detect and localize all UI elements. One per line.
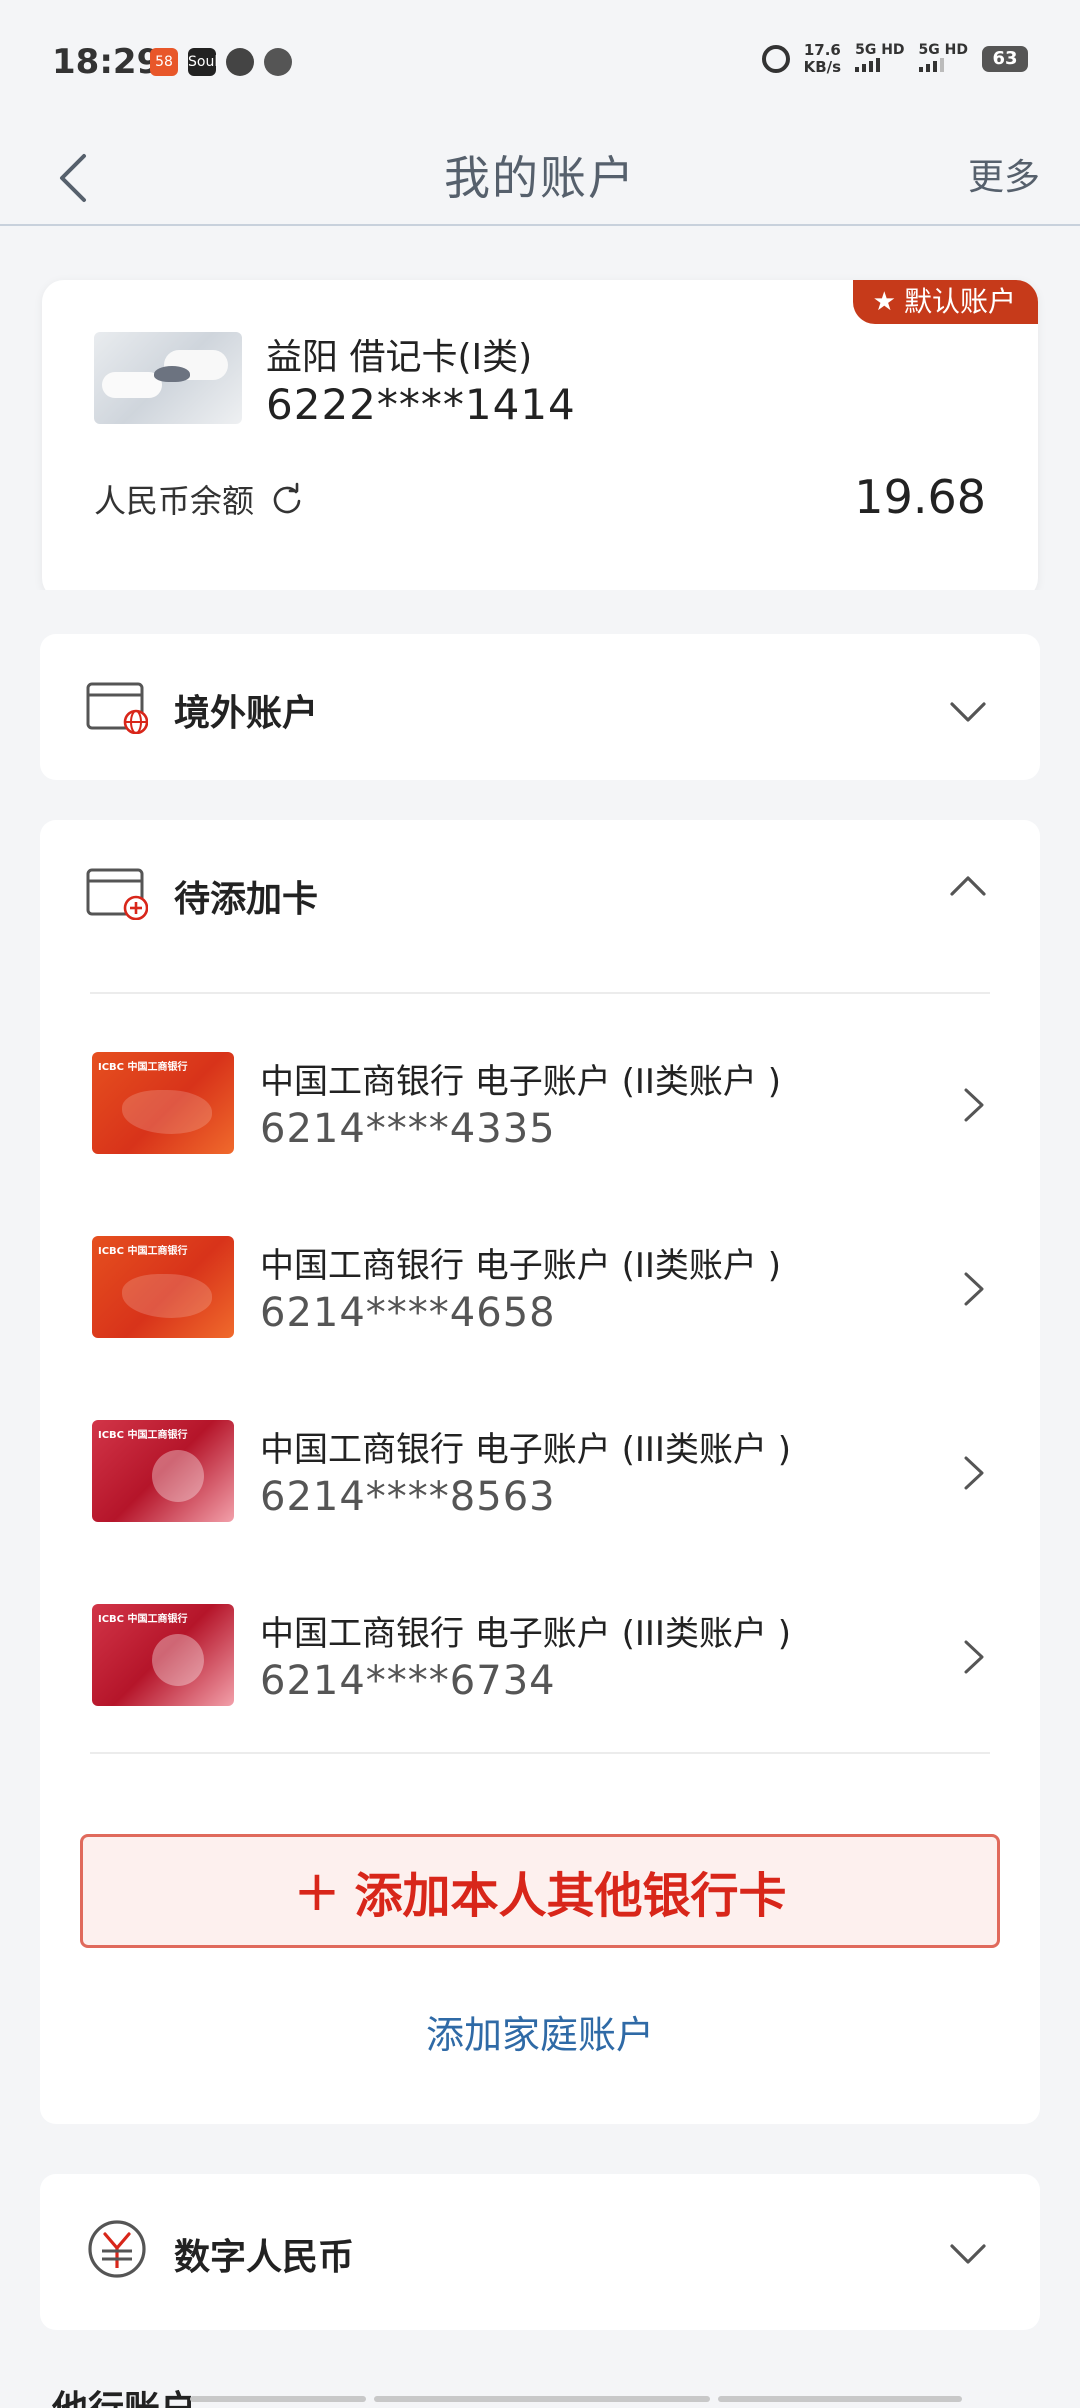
add-own-bank-card-label: 添加本人其他银行卡 [354, 1868, 787, 1924]
signal-bars-icon [855, 58, 881, 72]
pending-card-row[interactable]: ICBC 中国工商银行 中国工商银行 电子账户 (III类账户 ) 6214**… [40, 1586, 1040, 1706]
pending-card-name: 中国工商银行 电子账户 (II类账户 ) [260, 1246, 782, 1286]
status-app-icons: 58 Soul [150, 48, 292, 76]
icbc-card-thumbnail: ICBC 中国工商银行 [92, 1052, 234, 1154]
pending-cards-title: 待添加卡 [174, 879, 319, 920]
pending-card-number: 6214****4658 [260, 1290, 556, 1336]
card-art-map [122, 1090, 212, 1134]
icbc-logo: ICBC 中国工商银行 [98, 1246, 188, 1257]
app-soul-icon: Soul [188, 48, 218, 76]
more-button[interactable]: 更多 [968, 148, 1040, 200]
plus-icon: + [293, 1858, 341, 1924]
digital-rmb-icon [88, 2220, 146, 2278]
status-time: 18:29 [52, 42, 161, 82]
card-art-map [122, 1274, 212, 1318]
sim2-label: 5G HD [918, 42, 968, 58]
sim2-signal: 5G HD [918, 42, 968, 76]
card-art-cloud [102, 372, 162, 398]
card-art-globe [152, 1634, 204, 1686]
pending-card-row[interactable]: ICBC 中国工商银行 中国工商银行 电子账户 (III类账户 ) 6214**… [40, 1402, 1040, 1522]
overseas-card-icon [86, 682, 148, 734]
chevron-right-icon [964, 1088, 984, 1122]
refresh-icon[interactable] [270, 482, 304, 516]
digital-rmb-title: 数字人民币 [174, 2237, 355, 2278]
balance-value: 19.68 [854, 470, 986, 524]
card-number: 6222****1414 [266, 380, 576, 429]
default-account-badge-label: 默认账户 [903, 285, 1016, 318]
chevron-right-icon [964, 1640, 984, 1674]
list-divider [90, 992, 990, 994]
pending-card-number: 6214****6734 [260, 1658, 556, 1704]
other-bank-tabs [190, 2396, 962, 2402]
add-own-bank-card-button[interactable]: + 添加本人其他银行卡 [80, 1834, 1000, 1948]
pending-cards-section[interactable]: 待添加卡 [40, 820, 1040, 966]
sim1-signal: 5G HD [855, 42, 905, 76]
default-account-card[interactable]: ★ 默认账户 益阳 借记卡(Ⅰ类) 6222****1414 人民币余额 19.… [42, 280, 1038, 600]
debit-card-thumbnail [94, 332, 242, 424]
alarm-icon [761, 45, 790, 73]
chevron-down-icon[interactable] [948, 698, 988, 724]
card-name: 益阳 借记卡(Ⅰ类) [266, 337, 533, 378]
network-speed: 17.6 KB/s [804, 42, 841, 76]
sim1-label: 5G HD [855, 42, 905, 58]
pending-card-row[interactable]: ICBC 中国工商银行 中国工商银行 电子账户 (II类账户 ) 6214***… [40, 1218, 1040, 1338]
card-art-figure [154, 366, 190, 382]
icbc-logo: ICBC 中国工商银行 [98, 1430, 188, 1441]
digital-rmb-section[interactable]: 数字人民币 [40, 2174, 1040, 2330]
signal-bars-icon [918, 58, 944, 72]
wechat-icon [264, 48, 292, 76]
app-58-icon: 58 [150, 48, 178, 76]
pending-card-name: 中国工商银行 电子账户 (II类账户 ) [260, 1062, 782, 1102]
icbc-card-thumbnail: ICBC 中国工商银行 [92, 1604, 234, 1706]
status-indicators: 17.6 KB/s 5G HD 5G HD 63 [761, 42, 1028, 76]
card-art-globe [152, 1450, 204, 1502]
icbc-card-thumbnail: ICBC 中国工商银行 [92, 1236, 234, 1338]
battery-icon: 63 [982, 46, 1028, 72]
other-bank-tab-indicator [190, 2396, 366, 2402]
pending-card-number: 6214****8563 [260, 1474, 556, 1520]
pending-cards-list: ICBC 中国工商银行 中国工商银行 电子账户 (II类账户 ) 6214***… [40, 966, 1040, 2124]
icbc-logo: ICBC 中国工商银行 [98, 1062, 188, 1073]
balance-label: 人民币余额 [94, 476, 304, 522]
chevron-right-icon [964, 1456, 984, 1490]
pending-card-name: 中国工商银行 电子账户 (III类账户 ) [260, 1430, 792, 1470]
star-icon: ★ [872, 287, 896, 317]
icbc-logo: ICBC 中国工商银行 [98, 1614, 188, 1625]
overseas-accounts-section[interactable]: 境外账户 [40, 634, 1040, 780]
pending-card-name: 中国工商银行 电子账户 (III类账户 ) [260, 1614, 792, 1654]
other-bank-tab-indicator [374, 2396, 710, 2402]
add-family-account-link[interactable]: 添加家庭账户 [0, 2004, 1080, 2059]
nav-bar: 我的账户 更多 [0, 128, 1080, 226]
list-divider [90, 1752, 990, 1754]
message-icon [226, 48, 254, 76]
status-bar: 18:29 58 Soul 17.6 KB/s 5G HD 5G HD 63 [0, 0, 1080, 128]
pending-card-row[interactable]: ICBC 中国工商银行 中国工商银行 电子账户 (II类账户 ) 6214***… [40, 1034, 1040, 1154]
other-bank-tab-indicator [718, 2396, 962, 2402]
chevron-up-icon[interactable] [948, 874, 988, 900]
page-title: 我的账户 [444, 151, 636, 205]
overseas-accounts-title: 境外账户 [174, 693, 319, 734]
chevron-right-icon [964, 1272, 984, 1306]
network-speed-value: 17.6 [803, 41, 841, 59]
default-account-badge: ★ 默认账户 [852, 280, 1038, 324]
balance-label-text: 人民币余额 [94, 482, 255, 520]
other-bank-accounts-title: 他行账户 [52, 2380, 196, 2408]
network-speed-unit: KB/s [803, 58, 842, 76]
icbc-card-thumbnail: ICBC 中国工商银行 [92, 1420, 234, 1522]
add-card-icon [86, 868, 148, 920]
chevron-down-icon[interactable] [948, 2240, 988, 2266]
pending-card-number: 6214****4335 [260, 1106, 556, 1152]
